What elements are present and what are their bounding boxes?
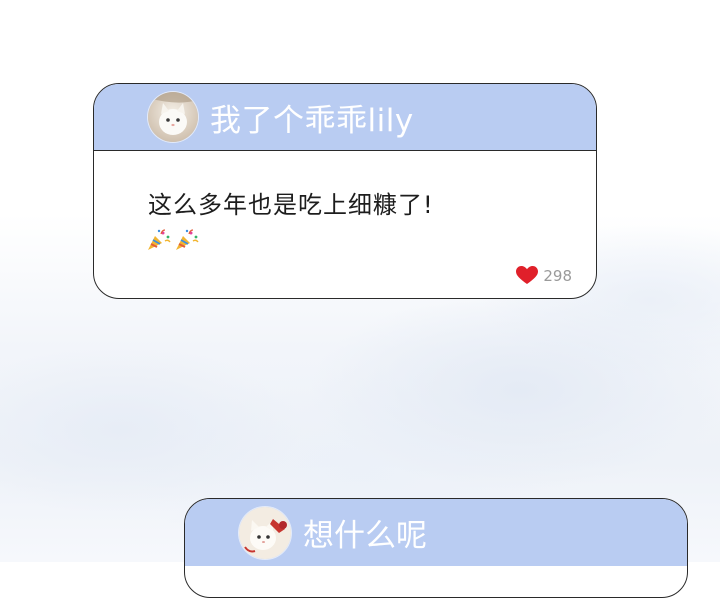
avatar[interactable] xyxy=(239,506,291,559)
username[interactable]: 想什么呢 xyxy=(303,510,427,555)
cat-avatar-icon xyxy=(239,506,291,559)
heart-icon[interactable] xyxy=(516,266,539,285)
comment-card: 想什么呢 xyxy=(184,498,688,598)
avatar[interactable] xyxy=(148,92,198,142)
comment-card: 我了个乖乖lily 这么多年也是吃上细糠了! 298 xyxy=(93,83,597,299)
comment-header: 想什么呢 xyxy=(185,499,687,566)
like-row: 298 xyxy=(516,266,572,285)
comment-text: 这么多年也是吃上细糠了! xyxy=(148,191,434,219)
party-popper-icon xyxy=(176,229,199,250)
like-count: 298 xyxy=(543,266,572,285)
comment-header: 我了个乖乖lily xyxy=(94,84,596,151)
party-popper-icon xyxy=(148,229,171,250)
emoji-row xyxy=(146,228,200,252)
username[interactable]: 我了个乖乖lily xyxy=(210,95,414,140)
cat-avatar-icon xyxy=(148,92,198,142)
